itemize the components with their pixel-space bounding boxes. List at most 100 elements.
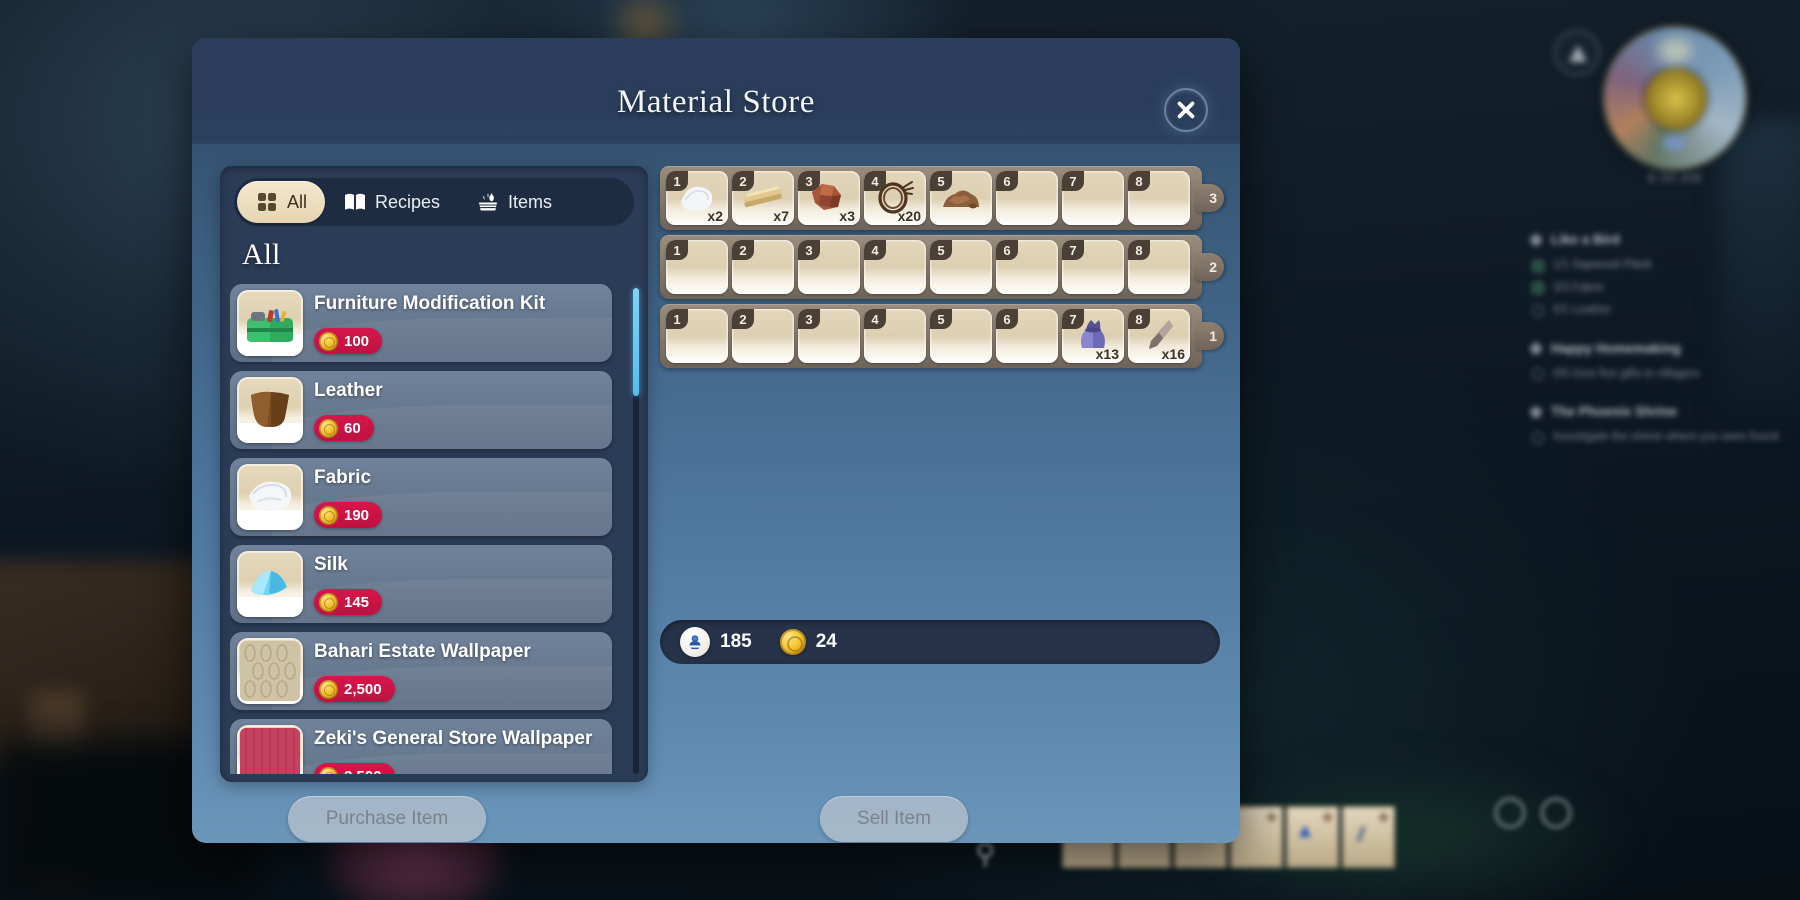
inventory-row-number: 3 — [1194, 184, 1224, 212]
hotbar-slot[interactable]: ✱ — [1342, 806, 1395, 868]
inventory-slot[interactable]: 5 — [930, 240, 992, 294]
shop-item-list[interactable]: Furniture Modification Kit 100 Leather 6… — [230, 284, 638, 774]
list-item[interactable]: Fabric 190 — [230, 458, 612, 536]
blue-flower-medal-icon — [680, 627, 710, 657]
slot-number: 2 — [732, 309, 754, 329]
price-badge: 100 — [314, 328, 383, 354]
price-badge: 60 — [314, 415, 374, 441]
scrollbar-thumb[interactable] — [633, 288, 639, 396]
inventory-row: 2 1 2 3 4 5 6 7 8 — [660, 235, 1224, 299]
inventory-slot[interactable]: 3 — [798, 309, 860, 363]
inventory-slot[interactable]: 3 x3 — [798, 171, 860, 225]
slot-number: 8 — [1128, 240, 1150, 260]
minimap[interactable]: 6:30 AM — [1550, 0, 1780, 200]
purchase-item-button[interactable]: Purchase Item — [288, 796, 486, 842]
inventory-slot[interactable]: 1 x2 — [666, 171, 728, 225]
menu-button-icon[interactable] — [1541, 798, 1571, 828]
quest-marker-icon — [1530, 405, 1542, 418]
quest-objective-text: 3/3 Fabric — [1553, 281, 1605, 294]
medal-value: 185 — [720, 631, 752, 652]
price-badge: 190 — [314, 502, 383, 528]
price-value: 190 — [344, 506, 370, 524]
slot-number: 2 — [732, 240, 754, 260]
close-x-icon — [1177, 101, 1195, 119]
inventory-slot[interactable]: 7 — [1062, 171, 1124, 225]
list-item[interactable]: Furniture Modification Kit 100 — [230, 284, 612, 362]
checkbox-empty-icon — [1532, 304, 1544, 317]
inventory-slot[interactable]: 6 — [996, 309, 1058, 363]
leather-hide-icon — [237, 391, 303, 443]
inventory-slot[interactable]: 6 — [996, 171, 1058, 225]
slot-quantity: x16 — [1161, 346, 1185, 362]
minimap-glow — [1658, 38, 1692, 64]
inventory-slot[interactable]: 1 — [666, 240, 728, 294]
list-item[interactable]: Silk 145 — [230, 545, 612, 623]
hud-action-icons[interactable] — [1495, 798, 1571, 828]
inventory-slot[interactable]: 8 — [1128, 240, 1190, 294]
slot-number: 4 — [864, 309, 886, 329]
beige-damask-wallpaper-icon — [240, 641, 300, 701]
gold-coin-icon — [319, 331, 338, 351]
tab-items[interactable]: Items — [458, 181, 570, 223]
tool-cursor-icon: ⚲ — [975, 838, 996, 869]
inventory-slot[interactable]: 2 x7 — [732, 171, 794, 225]
item-thumbnail — [237, 551, 303, 617]
item-thumbnail — [237, 725, 303, 774]
slot-number: 4 — [864, 240, 886, 260]
tab-recipes[interactable]: Recipes — [325, 181, 458, 223]
inventory-slot[interactable]: 8 x16 — [1128, 309, 1190, 363]
price-value: 2,500 — [344, 680, 382, 698]
inventory-slot[interactable]: 6 — [996, 240, 1058, 294]
page-title: Material Store — [616, 84, 816, 120]
compass-icon — [1554, 30, 1600, 76]
quest-objective: 0/1 Leather — [1532, 303, 1792, 319]
dialog-header: Material Store — [192, 38, 1240, 145]
tab-label: All — [287, 191, 308, 212]
list-item[interactable]: Zeki's General Store Wallpaper 2,500 — [230, 719, 612, 774]
item-thumbnail — [237, 638, 303, 704]
quest-objective-text: 0/1 Leather — [1553, 304, 1612, 317]
inventory-row-number: 2 — [1194, 253, 1224, 281]
item-name: Silk — [314, 554, 348, 575]
inventory-slot[interactable]: 3 — [798, 240, 860, 294]
inventory-slot[interactable]: 8 — [1128, 171, 1190, 225]
price-value: 2,500 — [344, 768, 382, 775]
price-badge: 2,500 — [314, 676, 395, 702]
inventory-slot[interactable]: 5 — [930, 309, 992, 363]
tab-label: Recipes — [375, 191, 441, 212]
price-value: 60 — [344, 419, 361, 437]
inventory-slot[interactable]: 2 — [732, 240, 794, 294]
material-store-dialog: Material Store All Recipes Items All Fur… — [192, 38, 1240, 843]
hotbar-slot[interactable]: ✱ — [1286, 806, 1339, 868]
inventory-slot[interactable]: 2 — [732, 309, 794, 363]
list-item[interactable]: Leather 60 — [230, 371, 612, 449]
price-value: 100 — [344, 332, 370, 350]
inventory-slot[interactable]: 4 — [864, 309, 926, 363]
shop-list-scrollbar[interactable] — [633, 288, 639, 774]
inventory-slot[interactable]: 4 x20 — [864, 171, 926, 225]
inventory-slot[interactable]: 1 — [666, 309, 728, 363]
tab-all[interactable]: All — [237, 181, 326, 223]
item-name: Leather — [314, 380, 383, 401]
inventory-slot[interactable]: 7 — [1062, 240, 1124, 294]
slot-number: 6 — [996, 240, 1018, 260]
interact-button-icon[interactable] — [1495, 798, 1525, 828]
inventory-slot[interactable]: 5 — [930, 171, 992, 225]
currency-bar: 185 24 — [660, 620, 1220, 664]
gold-coin-icon — [319, 766, 338, 774]
slot-quantity: x7 — [773, 208, 789, 224]
inventory-row: 3 1 x2 2 x7 3 x3 4 x20 5 6 7 8 — [660, 166, 1224, 230]
quest-marker-icon — [1530, 342, 1542, 355]
open-book-icon — [345, 193, 366, 210]
quest-marker-icon — [1530, 233, 1542, 246]
checkbox-empty-icon — [1532, 368, 1544, 381]
list-item[interactable]: Bahari Estate Wallpaper 2,500 — [230, 632, 612, 710]
brown-clay-icon — [943, 190, 979, 209]
gold-coin-icon — [319, 679, 338, 699]
inventory-slot[interactable]: 7 x13 — [1062, 309, 1124, 363]
quest-title: Happy Homemaking — [1551, 340, 1681, 356]
inventory-slot[interactable]: 4 — [864, 240, 926, 294]
sell-item-button[interactable]: Sell Item — [820, 796, 968, 842]
close-button[interactable] — [1164, 88, 1208, 132]
blue-silk-icon — [237, 570, 303, 617]
